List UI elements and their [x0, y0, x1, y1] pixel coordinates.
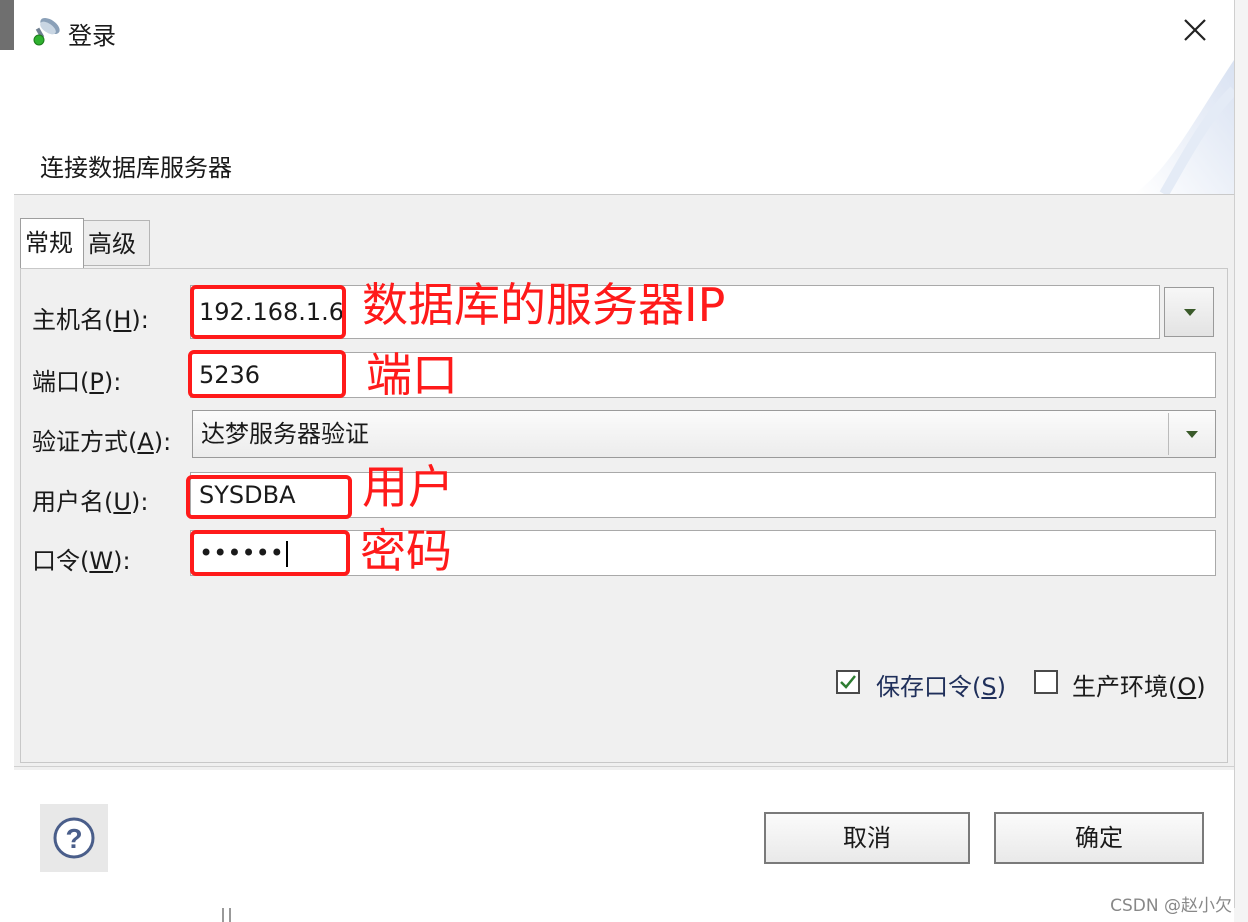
username-label: 用户名(U):	[32, 488, 149, 516]
save-password-label[interactable]: 保存口令(S)	[876, 667, 1006, 702]
chevron-down-icon	[1184, 309, 1196, 316]
checkmark-icon	[840, 675, 856, 689]
tab-general[interactable]: 常规	[20, 218, 84, 268]
annotation-user: 用户	[362, 460, 454, 514]
annotation-port: 端口	[366, 348, 458, 402]
username-input[interactable]: SYSDBA	[190, 472, 1216, 518]
host-dropdown-button[interactable]	[1164, 287, 1214, 337]
port-input[interactable]: 5236	[190, 352, 1216, 398]
background-window-edge	[0, 0, 14, 50]
close-icon[interactable]	[1174, 10, 1214, 50]
background-divider-bottom	[222, 908, 231, 922]
text-cursor	[285, 541, 288, 567]
host-label: 主机名(H):	[32, 306, 149, 334]
production-env-checkbox[interactable]	[1034, 670, 1058, 694]
annotation-password: 密码	[360, 524, 452, 578]
help-icon: ?	[53, 817, 95, 859]
chevron-down-icon	[1186, 431, 1198, 438]
auth-method-label: 验证方式(A):	[32, 428, 172, 456]
database-connect-icon	[33, 18, 60, 46]
background-right-edge	[1234, 0, 1248, 922]
watermark: CSDN @赵小欠	[1110, 896, 1232, 916]
port-label: 端口(P):	[32, 368, 122, 396]
svg-text:?: ?	[65, 823, 82, 854]
divider	[14, 766, 1234, 767]
window-title: 登录	[68, 22, 116, 50]
banner-title: 连接数据库服务器	[40, 154, 232, 182]
production-env-label[interactable]: 生产环境(O)	[1072, 667, 1206, 702]
auth-method-select[interactable]: 达梦服务器验证	[192, 410, 1216, 458]
login-dialog: 登录 连接数据库服务器 常规 高级 主机名(H): 192.168.1.6 端口…	[14, 0, 1235, 908]
cancel-button[interactable]: 取消	[764, 812, 970, 864]
annotation-host: 数据库的服务器IP	[362, 278, 726, 332]
ok-button[interactable]: 确定	[994, 812, 1204, 864]
header-banner: 连接数据库服务器	[14, 60, 1234, 194]
banner-decoration	[1134, 60, 1234, 194]
password-input[interactable]: ••••••	[190, 530, 1216, 576]
save-password-checkbox[interactable]	[836, 670, 860, 694]
password-label: 口令(W):	[32, 547, 131, 575]
tab-advanced[interactable]: 高级	[84, 220, 150, 266]
title-bar: 登录	[14, 0, 1234, 60]
help-button[interactable]: ?	[40, 804, 108, 872]
